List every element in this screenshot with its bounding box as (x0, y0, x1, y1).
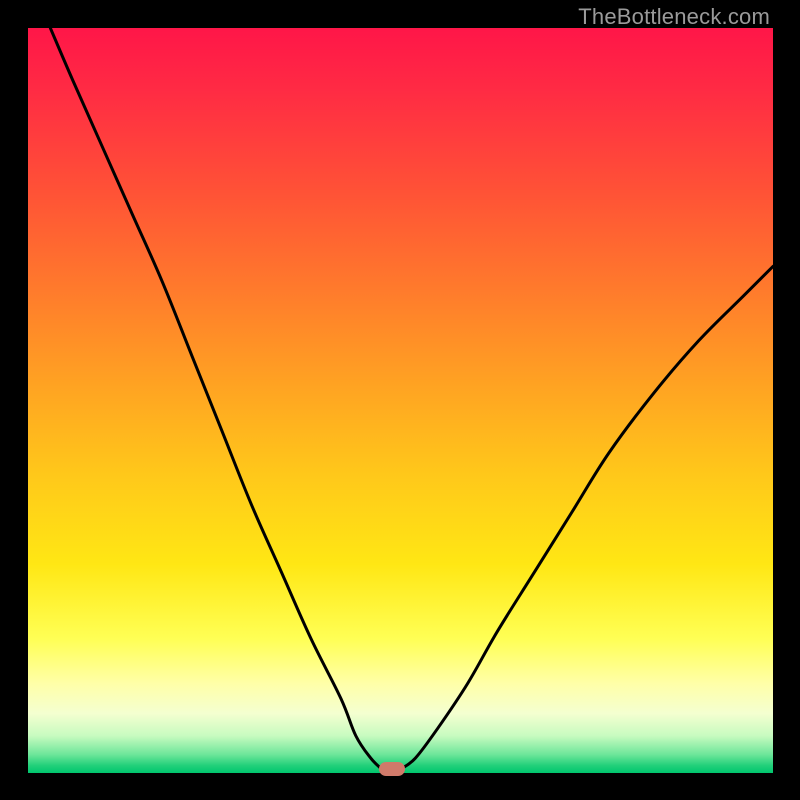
optimal-point-marker (379, 762, 405, 776)
curve-left-branch (50, 28, 382, 769)
curve-right-branch (401, 266, 774, 769)
bottleneck-curve (28, 28, 773, 773)
watermark-text: TheBottleneck.com (578, 4, 770, 30)
plot-area (28, 28, 773, 773)
chart-frame: TheBottleneck.com (0, 0, 800, 800)
